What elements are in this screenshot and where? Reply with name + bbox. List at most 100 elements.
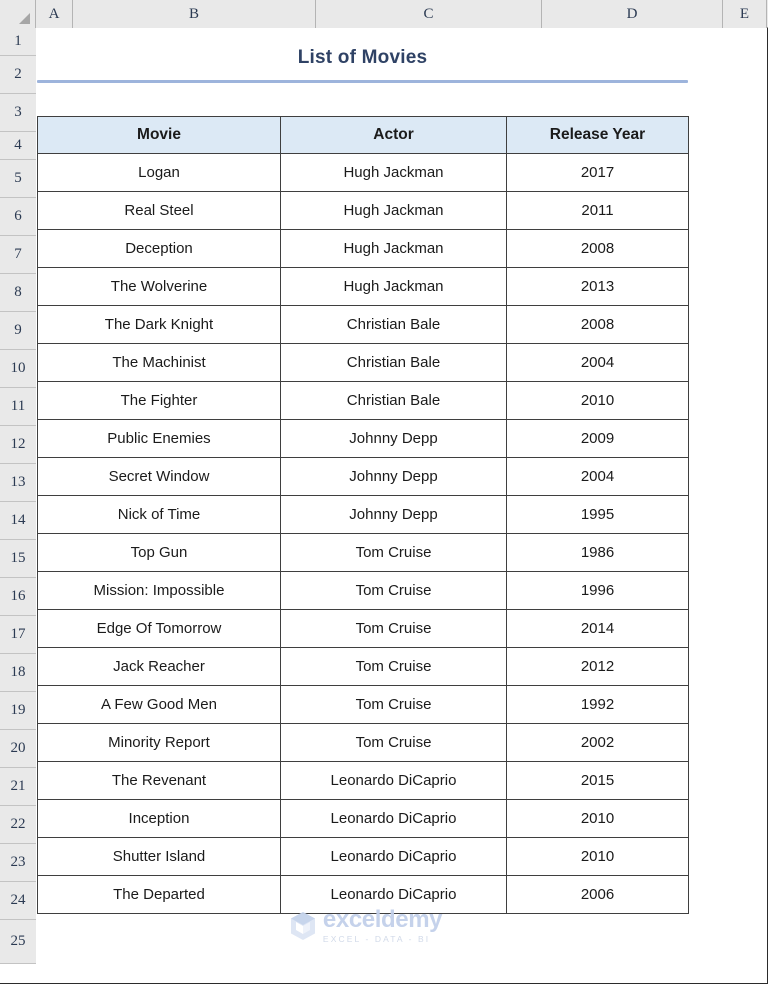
column-header-strip: A B C D E xyxy=(0,0,768,28)
cell-actor[interactable]: Tom Cruise xyxy=(280,533,507,572)
cell-actor[interactable]: Hugh Jackman xyxy=(280,267,507,306)
cell-release-year[interactable]: 2015 xyxy=(506,761,689,800)
row-header-11[interactable]: 11 xyxy=(0,388,36,426)
row-header-9[interactable]: 9 xyxy=(0,312,36,350)
column-header-b[interactable]: B xyxy=(73,0,316,28)
cell-release-year[interactable]: 2011 xyxy=(506,191,689,230)
cell-actor[interactable]: Tom Cruise xyxy=(280,685,507,724)
cell-release-year[interactable]: 2009 xyxy=(506,419,689,458)
column-header-actor[interactable]: Actor xyxy=(280,116,507,154)
cell-release-year[interactable]: 2002 xyxy=(506,723,689,762)
cell-movie[interactable]: Deception xyxy=(37,229,281,268)
cell-release-year[interactable]: 2008 xyxy=(506,229,689,268)
row-header-25[interactable]: 25 xyxy=(0,920,36,964)
cell-release-year[interactable]: 2010 xyxy=(506,837,689,876)
movies-table: Movie Actor Release Year Logan Hugh Jackm… xyxy=(37,116,689,914)
row-header-5[interactable]: 5 xyxy=(0,160,36,198)
cell-movie[interactable]: Minority Report xyxy=(37,723,281,762)
cell-release-year[interactable]: 2010 xyxy=(506,799,689,838)
cell-release-year[interactable]: 2004 xyxy=(506,343,689,382)
cell-actor[interactable]: Tom Cruise xyxy=(280,571,507,610)
cell-movie[interactable]: Edge Of Tomorrow xyxy=(37,609,281,648)
cell-release-year[interactable]: 1995 xyxy=(506,495,689,534)
table-row: The Revenant Leonardo DiCaprio 2015 xyxy=(37,761,689,800)
row-header-21[interactable]: 21 xyxy=(0,768,36,806)
row-header-8[interactable]: 8 xyxy=(0,274,36,312)
cell-actor[interactable]: Tom Cruise xyxy=(280,609,507,648)
row-header-24[interactable]: 24 xyxy=(0,882,36,920)
row-header-6[interactable]: 6 xyxy=(0,198,36,236)
row-header-16[interactable]: 16 xyxy=(0,578,36,616)
cell-release-year[interactable]: 2010 xyxy=(506,381,689,420)
cell-movie[interactable]: The Wolverine xyxy=(37,267,281,306)
row-header-12[interactable]: 12 xyxy=(0,426,36,464)
cell-actor[interactable]: Hugh Jackman xyxy=(280,229,507,268)
cell-actor[interactable]: Tom Cruise xyxy=(280,723,507,762)
cell-actor[interactable]: Johnny Depp xyxy=(280,457,507,496)
cell-actor[interactable]: Johnny Depp xyxy=(280,419,507,458)
cell-movie[interactable]: Top Gun xyxy=(37,533,281,572)
column-header-d[interactable]: D xyxy=(542,0,723,28)
cell-movie[interactable]: Nick of Time xyxy=(37,495,281,534)
cell-actor[interactable]: Johnny Depp xyxy=(280,495,507,534)
cell-actor[interactable]: Leonardo DiCaprio xyxy=(280,799,507,838)
column-header-movie[interactable]: Movie xyxy=(37,116,281,154)
cell-release-year[interactable]: 1986 xyxy=(506,533,689,572)
row-header-3[interactable]: 3 xyxy=(0,94,36,132)
cell-release-year[interactable]: 2012 xyxy=(506,647,689,686)
cell-actor[interactable]: Christian Bale xyxy=(280,305,507,344)
cell-movie[interactable]: The Machinist xyxy=(37,343,281,382)
cell-movie[interactable]: Shutter Island xyxy=(37,837,281,876)
row-header-gutter: 1 2 3 4 5 6 7 8 9 10 11 12 13 14 15 16 17 18 19 20 21 22 23 24 2… xyxy=(0,28,36,964)
cell-release-year[interactable]: 2008 xyxy=(506,305,689,344)
row-header-4[interactable]: 4 xyxy=(0,132,36,160)
row-header-13[interactable]: 13 xyxy=(0,464,36,502)
cell-actor[interactable]: Leonardo DiCaprio xyxy=(280,837,507,876)
cell-release-year[interactable]: 2013 xyxy=(506,267,689,306)
cell-release-year[interactable]: 2004 xyxy=(506,457,689,496)
table-row: The Dark Knight Christian Bale 2008 xyxy=(37,305,689,344)
cell-release-year[interactable]: 1996 xyxy=(506,571,689,610)
cell-actor[interactable]: Hugh Jackman xyxy=(280,191,507,230)
cell-movie[interactable]: The Departed xyxy=(37,875,281,914)
cell-movie[interactable]: Mission: Impossible xyxy=(37,571,281,610)
row-header-17[interactable]: 17 xyxy=(0,616,36,654)
cell-movie[interactable]: The Dark Knight xyxy=(37,305,281,344)
row-header-14[interactable]: 14 xyxy=(0,502,36,540)
cell-actor[interactable]: Christian Bale xyxy=(280,343,507,382)
row-header-1[interactable]: 1 xyxy=(0,28,36,56)
row-header-20[interactable]: 20 xyxy=(0,730,36,768)
cell-movie[interactable]: Public Enemies xyxy=(37,419,281,458)
row-header-15[interactable]: 15 xyxy=(0,540,36,578)
cell-actor[interactable]: Leonardo DiCaprio xyxy=(280,761,507,800)
column-header-release-year[interactable]: Release Year xyxy=(506,116,689,154)
row-header-22[interactable]: 22 xyxy=(0,806,36,844)
column-header-e[interactable]: E xyxy=(723,0,767,28)
cell-movie[interactable]: Jack Reacher xyxy=(37,647,281,686)
column-header-a[interactable]: A xyxy=(36,0,73,28)
cell-release-year[interactable]: 2014 xyxy=(506,609,689,648)
cell-movie[interactable]: The Revenant xyxy=(37,761,281,800)
cell-actor[interactable]: Christian Bale xyxy=(280,381,507,420)
row-header-23[interactable]: 23 xyxy=(0,844,36,882)
cell-actor[interactable]: Leonardo DiCaprio xyxy=(280,875,507,914)
row-header-18[interactable]: 18 xyxy=(0,654,36,692)
row-header-10[interactable]: 10 xyxy=(0,350,36,388)
table-header-row: Movie Actor Release Year xyxy=(37,116,689,154)
column-header-c[interactable]: C xyxy=(316,0,542,28)
row-header-19[interactable]: 19 xyxy=(0,692,36,730)
cell-movie[interactable]: Secret Window xyxy=(37,457,281,496)
cell-movie[interactable]: Inception xyxy=(37,799,281,838)
row-header-7[interactable]: 7 xyxy=(0,236,36,274)
cell-movie[interactable]: Real Steel xyxy=(37,191,281,230)
cell-release-year[interactable]: 2006 xyxy=(506,875,689,914)
row-header-2[interactable]: 2 xyxy=(0,56,36,94)
cell-movie[interactable]: Logan xyxy=(37,153,281,192)
select-all-triangle-icon[interactable] xyxy=(0,0,36,28)
cell-actor[interactable]: Hugh Jackman xyxy=(280,153,507,192)
cell-movie[interactable]: The Fighter xyxy=(37,381,281,420)
cell-release-year[interactable]: 1992 xyxy=(506,685,689,724)
cell-release-year[interactable]: 2017 xyxy=(506,153,689,192)
cell-movie[interactable]: A Few Good Men xyxy=(37,685,281,724)
cell-actor[interactable]: Tom Cruise xyxy=(280,647,507,686)
